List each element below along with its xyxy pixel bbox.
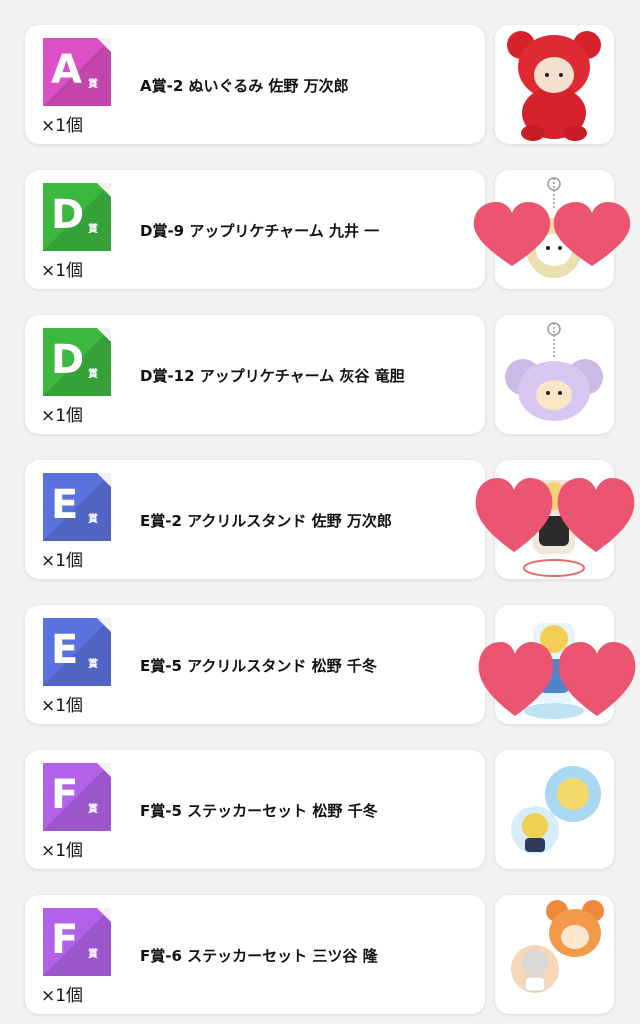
prize-title: E賞-5 アクリルスタンド 松野 千冬 bbox=[140, 657, 377, 675]
prize-row[interactable]: A 賞 ×1個 A賞-2 ぬいぐるみ 佐野 万次郎 bbox=[0, 25, 640, 146]
plush-icon bbox=[507, 31, 601, 141]
sticker-icon bbox=[511, 900, 604, 993]
prize-quantity: ×1個 bbox=[41, 696, 84, 716]
prize-rank-badge: A 賞 bbox=[43, 38, 111, 106]
acrylic-stand-icon bbox=[524, 623, 584, 719]
prize-rank-badge: E 賞 bbox=[43, 618, 111, 686]
prize-card[interactable]: D 賞 ×1個 D賞-12 アップリケチャーム 灰谷 竜胆 bbox=[25, 315, 485, 434]
prize-card[interactable]: A 賞 ×1個 A賞-2 ぬいぐるみ 佐野 万次郎 bbox=[25, 25, 485, 144]
prize-title: A賞-2 ぬいぐるみ 佐野 万次郎 bbox=[140, 77, 349, 95]
prize-card[interactable]: E 賞 ×1個 E賞-5 アクリルスタンド 松野 千冬 bbox=[25, 605, 485, 724]
rank-suffix: 賞 bbox=[88, 369, 98, 380]
prize-card[interactable]: F 賞 ×1個 F賞-5 ステッカーセット 松野 千冬 bbox=[25, 750, 485, 869]
rank-suffix: 賞 bbox=[88, 949, 98, 960]
prize-quantity: ×1個 bbox=[41, 116, 84, 136]
prize-thumbnail[interactable] bbox=[495, 25, 614, 144]
rank-letter: E bbox=[51, 627, 79, 673]
prize-rank-badge: E 賞 bbox=[43, 473, 111, 541]
charm-icon bbox=[526, 177, 582, 278]
prize-quantity: ×1個 bbox=[41, 551, 84, 571]
prize-row[interactable]: F 賞 ×1個 F賞-5 ステッカーセット 松野 千冬 bbox=[0, 750, 640, 871]
prize-thumbnail[interactable] bbox=[495, 460, 614, 579]
rank-suffix: 賞 bbox=[88, 514, 98, 525]
prize-thumbnail[interactable] bbox=[495, 605, 614, 724]
rank-suffix: 賞 bbox=[88, 659, 98, 670]
prize-title: F賞-6 ステッカーセット 三ツ谷 隆 bbox=[140, 947, 378, 965]
prize-card[interactable]: F 賞 ×1個 F賞-6 ステッカーセット 三ツ谷 隆 bbox=[25, 895, 485, 1014]
prize-card[interactable]: E 賞 ×1個 E賞-2 アクリルスタンド 佐野 万次郎 bbox=[25, 460, 485, 579]
prize-card[interactable]: D 賞 ×1個 D賞-9 アップリケチャーム 九井 一 bbox=[25, 170, 485, 289]
rank-letter: E bbox=[51, 482, 79, 528]
rank-letter: D bbox=[51, 337, 85, 383]
prize-title: F賞-5 ステッカーセット 松野 千冬 bbox=[140, 802, 378, 820]
prize-row[interactable]: E 賞 ×1個 E賞-5 アクリルスタンド 松野 千冬 bbox=[0, 605, 640, 726]
prize-title: E賞-2 アクリルスタンド 佐野 万次郎 bbox=[140, 512, 392, 530]
prize-row[interactable]: D 賞 ×1個 D賞-12 アップリケチャーム 灰谷 竜胆 bbox=[0, 315, 640, 436]
prize-rank-badge: F 賞 bbox=[43, 908, 111, 976]
prize-quantity: ×1個 bbox=[41, 261, 84, 281]
prize-thumbnail[interactable] bbox=[495, 750, 614, 869]
prize-row[interactable]: F 賞 ×1個 F賞-6 ステッカーセット 三ツ谷 隆 bbox=[0, 895, 640, 1016]
prize-row[interactable]: D 賞 ×1個 D賞-9 アップリケチャーム 九井 一 bbox=[0, 170, 640, 291]
rank-suffix: 賞 bbox=[88, 804, 98, 815]
prize-rank-badge: F 賞 bbox=[43, 763, 111, 831]
charm-icon bbox=[505, 322, 603, 421]
prize-rank-badge: D 賞 bbox=[43, 328, 111, 396]
rank-letter: F bbox=[51, 772, 79, 818]
rank-suffix: 賞 bbox=[88, 224, 98, 235]
prize-thumbnail[interactable] bbox=[495, 170, 614, 289]
prize-quantity: ×1個 bbox=[41, 841, 84, 861]
rank-letter: F bbox=[51, 917, 79, 963]
prize-quantity: ×1個 bbox=[41, 986, 84, 1006]
prize-thumbnail[interactable] bbox=[495, 315, 614, 434]
prize-title: D賞-9 アップリケチャーム 九井 一 bbox=[140, 222, 380, 240]
prize-title: D賞-12 アップリケチャーム 灰谷 竜胆 bbox=[140, 367, 405, 385]
prize-rank-badge: D 賞 bbox=[43, 183, 111, 251]
sticker-icon bbox=[511, 766, 601, 854]
rank-letter: A bbox=[51, 47, 82, 93]
prize-row[interactable]: E 賞 ×1個 E賞-2 アクリルスタンド 佐野 万次郎 bbox=[0, 460, 640, 581]
prize-quantity: ×1個 bbox=[41, 406, 84, 426]
rank-letter: D bbox=[51, 192, 85, 238]
acrylic-stand-icon bbox=[523, 480, 585, 577]
rank-suffix: 賞 bbox=[88, 79, 98, 90]
prize-thumbnail[interactable] bbox=[495, 895, 614, 1014]
